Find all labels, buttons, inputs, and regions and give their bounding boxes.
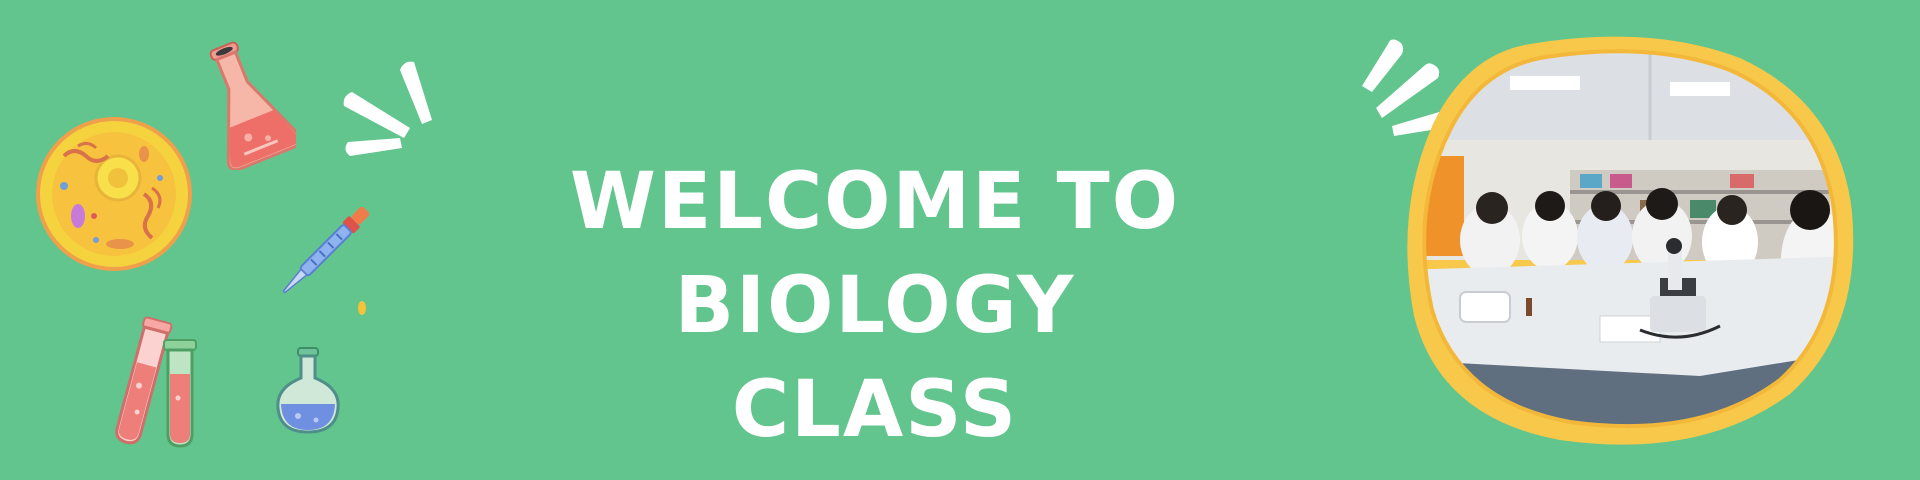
erlenmeyer-flask-icon — [209, 41, 296, 170]
title-line-1: WELCOME TO BIOLOGY — [569, 157, 1181, 351]
test-tube-green-icon — [163, 339, 197, 448]
banner: WELCOME TO BIOLOGY CLASS — [0, 0, 1920, 480]
animal-cell-icon — [36, 117, 192, 271]
title-line-2: CLASS — [731, 365, 1019, 455]
classroom-photo — [1407, 36, 1854, 445]
page-title: WELCOME TO BIOLOGY CLASS — [400, 150, 1350, 462]
round-flask-icon — [276, 347, 340, 434]
pipette-icon — [282, 206, 370, 315]
burst-lines-icon — [343, 61, 432, 156]
